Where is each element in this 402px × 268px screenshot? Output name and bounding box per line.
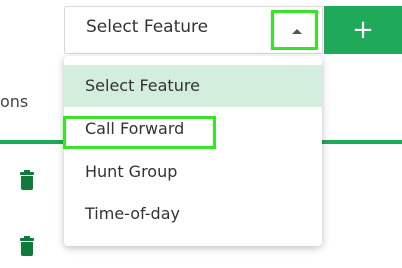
dropdown-toggle-button[interactable] <box>271 10 318 50</box>
trash-icon[interactable] <box>18 236 36 258</box>
caret-up-icon <box>292 29 302 34</box>
focused-option-highlight <box>63 116 216 149</box>
plus-icon: + <box>352 15 374 45</box>
option-select-feature[interactable]: Select Feature <box>64 65 322 107</box>
column-header-actions: ons <box>0 92 29 111</box>
trash-icon[interactable] <box>18 170 36 192</box>
option-time-of-day[interactable]: Time-of-day <box>64 193 322 235</box>
option-hunt-group[interactable]: Hunt Group <box>64 151 322 193</box>
feature-dropdown-menu: Select Feature Call Forward Hunt Group T… <box>64 56 322 246</box>
add-feature-button[interactable]: + <box>324 6 402 54</box>
feature-select-value: Select Feature <box>86 17 209 37</box>
